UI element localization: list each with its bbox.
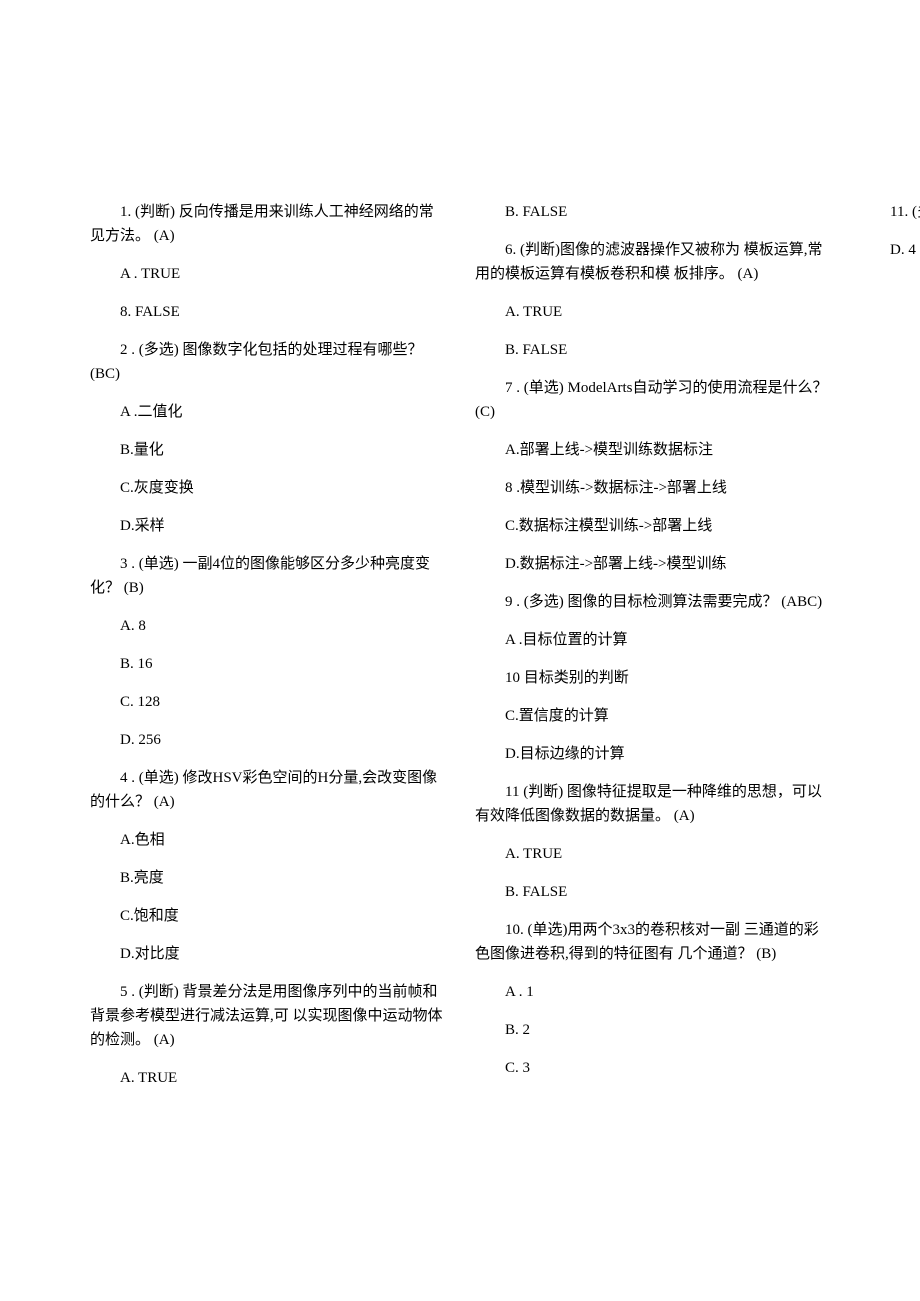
question-text: 2 . (多选) 图像数字化包括的处理过程有哪些？ (BC) — [90, 338, 445, 386]
document-body: 1. (判断) 反向传播是用来训练人工神经网络的常见方法。 (A) A . TRU… — [90, 200, 830, 1100]
option-text: A. TRUE — [475, 842, 830, 866]
option-text: D.目标边缘的计算 — [475, 742, 830, 766]
option-text: B. FALSE — [475, 880, 830, 904]
option-text: A . TRUE — [90, 262, 445, 286]
option-text: A.部署上线->模型训练数据标注 — [475, 438, 830, 462]
question-text: 5 . (判断) 背景差分法是用图像序列中的当前帧和背景参考模型进行减法运算,可… — [90, 980, 445, 1052]
option-text: D. 256 — [90, 728, 445, 752]
option-text: B. FALSE — [475, 200, 830, 224]
option-text: B.量化 — [90, 438, 445, 462]
option-text: D. 4 — [860, 238, 920, 262]
option-text: C.饱和度 — [90, 904, 445, 928]
question-text: 9 . (多选) 图像的目标检测算法需要完成？ (ABC) — [475, 590, 830, 614]
option-text: 8. FALSE — [90, 300, 445, 324]
option-text: A. 8 — [90, 614, 445, 638]
question-text: 1. (判断) 反向传播是用来训练人工神经网络的常见方法。 (A) — [90, 200, 445, 248]
option-text: A .二值化 — [90, 400, 445, 424]
option-text: A . 1 — [475, 980, 830, 1004]
option-text: D.数据标注->部署上线->模型训练 — [475, 552, 830, 576]
option-text: D.采样 — [90, 514, 445, 538]
option-text: C.灰度变换 — [90, 476, 445, 500]
question-text: 4 . (单选) 修改HSV彩色空间的H分量,会改变图像的什么？ (A) — [90, 766, 445, 814]
question-text: 10. (单选)用两个3x3的卷积核对一副 三通道的彩色图像进卷积,得到的特征图… — [475, 918, 830, 966]
option-text: 8 .模型训练->数据标注->部署上线 — [475, 476, 830, 500]
option-text: A. TRUE — [475, 300, 830, 324]
option-text: D.对比度 — [90, 942, 445, 966]
option-text: B. 16 — [90, 652, 445, 676]
option-text: C.数据标注模型训练->部署上线 — [475, 514, 830, 538]
option-text: A. TRUE — [90, 1066, 445, 1090]
question-text: 3 . (单选) 一副4位的图像能够区分多少种亮度变化？ (B) — [90, 552, 445, 600]
option-text: B. 2 — [475, 1018, 830, 1042]
question-text: 11. (多选) 语音合成方法有哪些？ ( ABCD) — [860, 200, 920, 224]
option-text: C. 3 — [475, 1056, 830, 1080]
question-text: 6. (判断)图像的滤波器操作又被称为 模板运算,常用的模板运算有模板卷积和模 … — [475, 238, 830, 286]
option-text: A .目标位置的计算 — [475, 628, 830, 652]
question-text: 7 . (单选) ModelArts自动学习的使用流程是什么？ (C) — [475, 376, 830, 424]
option-text: C. 128 — [90, 690, 445, 714]
question-text: 11 (判断) 图像特征提取是一种降维的思想，可以有效降低图像数据的数据量。 (… — [475, 780, 830, 828]
option-text: C.置信度的计算 — [475, 704, 830, 728]
option-text: 10 目标类别的判断 — [475, 666, 830, 690]
option-text: B.亮度 — [90, 866, 445, 890]
option-text: A.色相 — [90, 828, 445, 852]
option-text: B. FALSE — [475, 338, 830, 362]
